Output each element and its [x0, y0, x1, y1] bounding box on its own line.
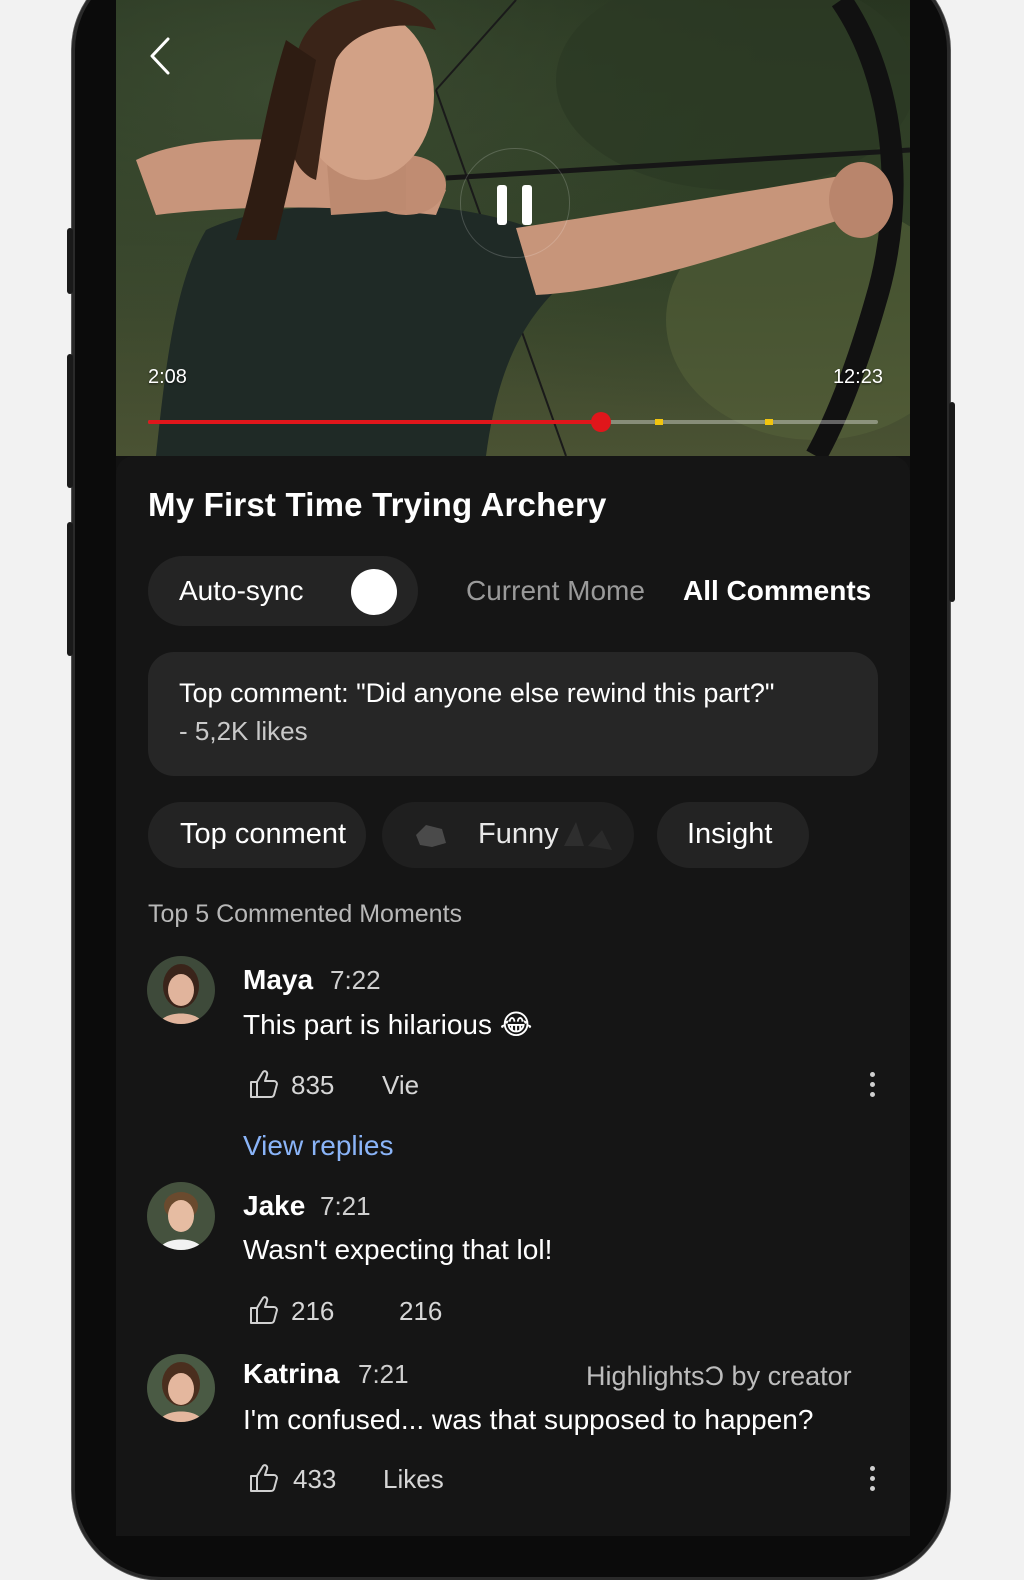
like-count: 835	[291, 1070, 335, 1100]
progress-fill	[148, 420, 601, 424]
creator-highlight-badge: HighlightsƆ by creator	[586, 1361, 852, 1391]
video-title: My First Time Trying Archery	[148, 486, 607, 523]
duration: 12:23	[832, 366, 883, 388]
comment-timestamp[interactable]: 7:22	[330, 965, 381, 996]
more-vertical-icon[interactable]	[866, 1466, 878, 1498]
view-replies-link[interactable]: View replies	[243, 1130, 393, 1162]
phone-volume-down	[67, 522, 73, 656]
comment-author[interactable]: Maya	[243, 964, 313, 996]
like-count: 433	[293, 1464, 337, 1494]
comment-extra-label[interactable]: Vie	[382, 1070, 419, 1101]
chip-funny[interactable]: Funny	[382, 802, 634, 868]
like-count: 216	[291, 1296, 335, 1326]
avatar[interactable]	[147, 1354, 215, 1422]
section-heading: Top 5 Commented Moments	[148, 900, 463, 928]
thumbs-up-icon[interactable]	[248, 1068, 280, 1100]
comment-item: Jake 7:21 Wasn't expecting that lol! 216…	[116, 1180, 910, 1340]
thumbs-up-icon[interactable]	[248, 1294, 280, 1326]
pause-icon	[497, 185, 507, 225]
chapter-marker[interactable]	[764, 419, 773, 425]
phone-volume-up	[67, 354, 73, 488]
video-player[interactable]: 2:08 12:23	[116, 0, 910, 456]
phone-power-button	[949, 402, 955, 602]
toggle-knob	[351, 569, 397, 615]
top-comment-likes: - 5,2K likes	[179, 716, 308, 746]
thumbs-up-icon[interactable]	[248, 1462, 280, 1494]
chip-insight[interactable]: Insight	[657, 802, 809, 868]
chevron-left-icon[interactable]	[148, 36, 172, 76]
chip-top-comment[interactable]: Top conment	[148, 802, 366, 868]
pause-button[interactable]	[460, 148, 570, 258]
comment-item: Maya 7:22 This part is hilarious 😂 835 V…	[116, 954, 910, 1174]
more-vertical-icon[interactable]	[866, 1072, 878, 1104]
top-comment-card[interactable]: Top comment: "Did anyone else rewind thi…	[148, 652, 878, 776]
current-time: 2:08	[148, 366, 187, 388]
chip-label: Funny	[478, 818, 559, 850]
progress-bar[interactable]	[148, 412, 878, 432]
top-comment-text: Top comment: "Did anyone else rewind thi…	[179, 678, 775, 708]
avatar[interactable]	[147, 956, 215, 1024]
comment-timestamp[interactable]: 7:21	[358, 1359, 409, 1390]
comment-text: I'm confused... was that supposed to hap…	[243, 1404, 814, 1435]
laughing-emoji-icon: 😂	[499, 1009, 533, 1040]
funny-icon	[416, 825, 446, 847]
comment-item: Katrina 7:21 HighlightsƆ by creator I'm …	[116, 1352, 910, 1512]
comment-text: Wasn't expecting that lol!	[243, 1234, 553, 1265]
pause-icon-bar-right	[522, 185, 532, 225]
funny-sparkle-icon	[564, 822, 612, 850]
comment-extra-label: Likes	[383, 1464, 444, 1494]
comment-timestamp[interactable]: 7:21	[320, 1191, 371, 1222]
comment-body: This part is hilarious	[243, 1009, 492, 1040]
autosync-toggle[interactable]: Auto-sync	[148, 556, 418, 626]
comment-extra-label: 216	[399, 1296, 443, 1326]
tab-current-moment[interactable]: Current Mome	[466, 575, 645, 607]
phone-mute-switch	[67, 228, 73, 294]
chip-label: Top conment	[180, 818, 347, 850]
autosync-label: Auto-sync	[179, 575, 304, 606]
scrubber-handle[interactable]	[590, 412, 611, 432]
chapter-marker[interactable]	[655, 419, 663, 425]
comment-text: This part is hilarious 😂	[243, 1008, 532, 1041]
screen: 2:08 12:23 My First Time Trying Archery …	[116, 0, 910, 1536]
comments-panel: My First Time Trying Archery Auto-sync C…	[116, 456, 910, 1536]
avatar[interactable]	[147, 1182, 215, 1250]
tab-all-comments[interactable]: All Comments	[683, 575, 871, 607]
chip-label: Insight	[687, 818, 773, 850]
comment-author[interactable]: Katrina	[243, 1358, 339, 1390]
comment-author[interactable]: Jake	[243, 1190, 305, 1222]
